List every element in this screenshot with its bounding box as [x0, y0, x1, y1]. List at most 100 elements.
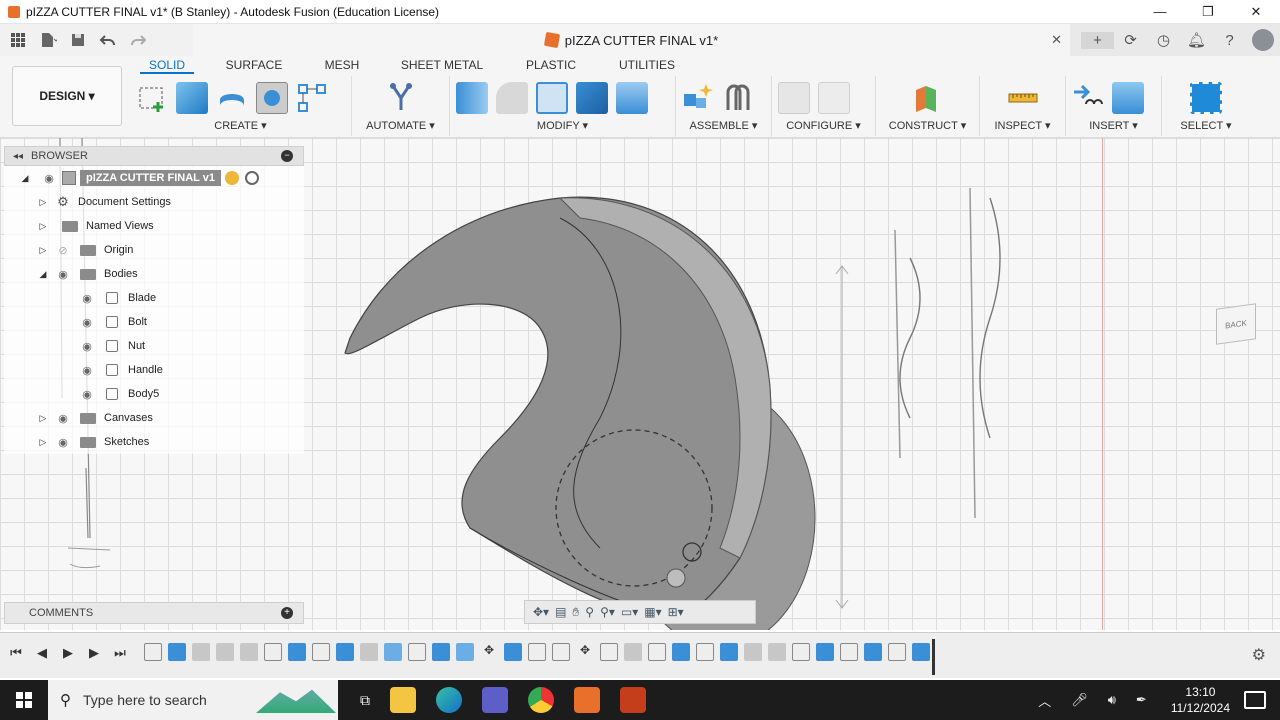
extrude-icon[interactable] [176, 82, 208, 114]
tab-mesh[interactable]: MESH [314, 56, 370, 74]
visibility-eye-icon[interactable]: ◉ [54, 268, 72, 281]
collapse-arrow-icon[interactable]: ◢ [38, 269, 48, 280]
display-settings-icon[interactable]: ▭▾ [621, 605, 638, 619]
chrome-icon[interactable] [528, 687, 554, 713]
timeline-sketch-icon[interactable] [696, 643, 714, 661]
close-tab-icon[interactable]: ✕ [1051, 32, 1062, 48]
fillet-icon[interactable] [496, 82, 528, 114]
step-forward-icon[interactable]: ▶︎ [86, 645, 102, 661]
timeline-sketch-icon[interactable] [648, 643, 666, 661]
joint-icon[interactable] [722, 82, 754, 114]
timeline-sketch-icon[interactable] [144, 643, 162, 661]
tree-item-body[interactable]: ◉ Blade [4, 286, 304, 310]
timeline-extrude-icon[interactable] [672, 643, 690, 661]
timeline-sketch-icon[interactable] [552, 643, 570, 661]
tab-solid[interactable]: SOLID [140, 56, 194, 74]
timeline-move-icon[interactable]: ✥ [576, 643, 594, 661]
new-component-icon[interactable] [682, 82, 714, 114]
minimize-panel-icon[interactable]: − [281, 150, 293, 162]
tree-item-named-views[interactable]: ▷ Named Views [4, 214, 304, 238]
tree-item-body[interactable]: ◉ Bolt [4, 310, 304, 334]
timeline-pattern-icon[interactable] [384, 643, 402, 661]
measure-icon[interactable] [1007, 82, 1039, 114]
visibility-eye-icon[interactable]: ◉ [54, 436, 72, 449]
configure-table-icon[interactable] [778, 82, 810, 114]
timeline-fillet-icon[interactable] [240, 643, 258, 661]
active-radio-icon[interactable] [244, 171, 259, 185]
comments-panel[interactable]: COMMENTS + [4, 602, 304, 624]
go-to-start-icon[interactable]: ⏮ [8, 645, 24, 661]
timeline-extrude-icon[interactable] [168, 643, 186, 661]
notifications-icon[interactable]: 🔔︎ [1180, 31, 1213, 49]
go-to-end-icon[interactable]: ⏭ [112, 645, 128, 661]
timeline-fillet-icon[interactable] [360, 643, 378, 661]
select-menu[interactable]: SELECT ▾ [1162, 119, 1250, 132]
expand-arrow-icon[interactable]: ▷ [38, 437, 48, 448]
pattern-icon[interactable] [296, 82, 328, 114]
timeline-extrude-icon[interactable] [720, 643, 738, 661]
construct-plane-icon[interactable] [912, 82, 944, 114]
tree-item-body[interactable]: ◉ Body5 [4, 382, 304, 406]
construct-menu[interactable]: CONSTRUCT ▾ [876, 119, 979, 132]
viewports-icon[interactable]: ⊞▾ [668, 605, 684, 619]
tree-item-origin[interactable]: ▷ ⊘ Origin [4, 238, 304, 262]
timeline-extrude-icon[interactable] [864, 643, 882, 661]
timeline-extrude-icon[interactable] [288, 643, 306, 661]
task-view-icon[interactable]: ⧉ [360, 692, 370, 709]
timeline-sketch-icon[interactable] [408, 643, 426, 661]
tree-item-bodies[interactable]: ◢ ◉ Bodies [4, 262, 304, 286]
visibility-eye-icon[interactable]: ◉ [78, 340, 96, 353]
insert-derive-icon[interactable] [1072, 82, 1104, 114]
create-sketch-icon[interactable] [136, 82, 168, 114]
timeline-settings-gear-icon[interactable]: ⚙ [1252, 645, 1266, 665]
pan-icon[interactable]: ✋︎ [572, 605, 579, 620]
tree-item-sketches[interactable]: ▷ ◉ Sketches [4, 430, 304, 454]
tree-item-canvases[interactable]: ▷ ◉ Canvases [4, 406, 304, 430]
maximize-button[interactable]: ❐ [1184, 0, 1232, 24]
orbit-icon[interactable]: ✥▾ [533, 605, 549, 619]
configure-rule-icon[interactable] [818, 82, 850, 114]
hole-icon[interactable] [256, 82, 288, 114]
tab-utilities[interactable]: UTILITIES [588, 56, 706, 74]
teams-icon[interactable] [482, 687, 508, 713]
workspace-switcher[interactable]: DESIGN ▾ [12, 66, 122, 126]
expand-arrow-icon[interactable]: ▷ [38, 221, 48, 232]
shell-icon[interactable] [536, 82, 568, 114]
visibility-eye-icon[interactable]: ◉ [78, 388, 96, 401]
timeline-revolve-icon[interactable] [744, 643, 762, 661]
visibility-eye-icon[interactable]: ◉ [78, 292, 96, 305]
job-status-icon[interactable]: ◷ [1147, 31, 1180, 49]
undo-icon[interactable] [96, 28, 120, 52]
timeline-fillet-icon[interactable] [192, 643, 210, 661]
timeline-sketch-icon[interactable] [888, 643, 906, 661]
automate-menu[interactable]: AUTOMATE ▾ [352, 119, 449, 132]
timeline-fillet-icon[interactable] [768, 643, 786, 661]
taskbar-clock[interactable]: 13:10 11/12/2024 [1171, 684, 1230, 716]
save-icon[interactable] [66, 28, 90, 52]
browser-header[interactable]: ◂◂ BROWSER − [4, 146, 304, 166]
expand-arrow-icon[interactable]: ◢ [20, 173, 30, 184]
document-tab[interactable]: pIZZA CUTTER FINAL v1* ✕ [193, 24, 1070, 56]
minimize-button[interactable]: — [1136, 0, 1184, 24]
visibility-eye-icon[interactable]: ◉ [40, 172, 58, 185]
combine-icon[interactable] [576, 82, 608, 114]
select-icon[interactable] [1190, 82, 1222, 114]
grid-settings-icon[interactable]: ▦▾ [644, 605, 661, 619]
timeline-sketch-icon[interactable] [792, 643, 810, 661]
notification-center-icon[interactable] [1244, 691, 1266, 709]
hidden-eye-icon[interactable]: ⊘ [54, 244, 72, 257]
step-back-icon[interactable]: ◀ [34, 645, 50, 661]
timeline-extrude-icon[interactable] [816, 643, 834, 661]
avatar[interactable] [1252, 29, 1274, 51]
collapse-panel-icon[interactable]: ◂◂ [13, 151, 23, 162]
fusion-taskbar-icon[interactable] [574, 687, 600, 713]
help-icon[interactable]: ? [1213, 32, 1246, 49]
tray-chevron-icon[interactable]: ︿ [1038, 691, 1051, 710]
viewcube-back-face[interactable]: BACK [1216, 303, 1256, 345]
timeline-fillet-icon[interactable] [624, 643, 642, 661]
timeline-extrude-icon[interactable] [432, 643, 450, 661]
press-pull-icon[interactable] [456, 82, 488, 114]
timeline-sketch-icon[interactable] [840, 643, 858, 661]
visibility-eye-icon[interactable]: ◉ [54, 412, 72, 425]
extensions-icon[interactable]: ⟳ [1114, 31, 1147, 49]
